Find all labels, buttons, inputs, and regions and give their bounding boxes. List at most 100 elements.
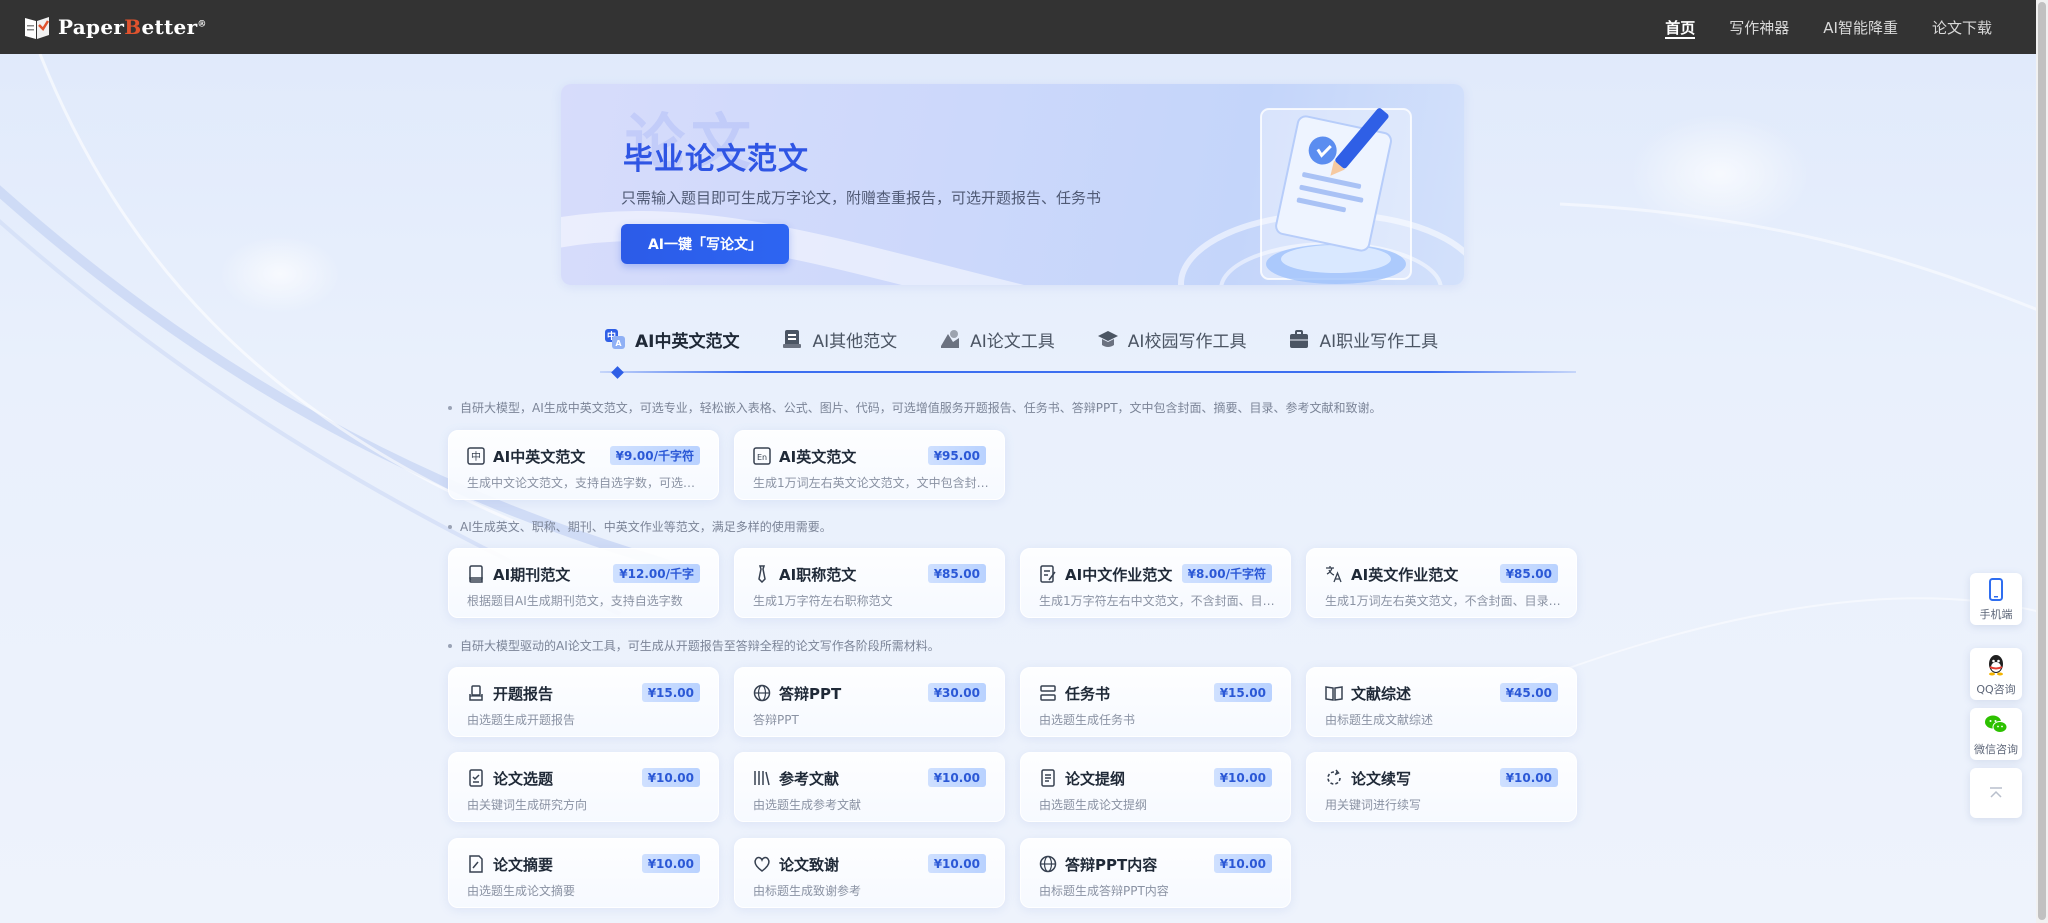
logo[interactable]: PaperBetter®: [22, 13, 207, 41]
edit-doc-icon: [469, 855, 483, 873]
logo-text: PaperBetter®: [58, 15, 207, 39]
tab-ai-paper-tools[interactable]: AI论文工具: [939, 322, 1055, 356]
price-badge: ¥10.00: [1499, 768, 1558, 787]
library-icon: [754, 771, 770, 786]
document-stack-icon: [783, 330, 802, 348]
checklist-icon: [469, 769, 483, 787]
card-description: 由选题生成论文摘要: [467, 884, 576, 898]
journal-icon: [469, 565, 483, 583]
price-badge: ¥30.00: [927, 683, 986, 702]
service-card-defense-ppt-content[interactable]: 答辩PPT内容 ¥10.00 由标题生成答辩PPT内容: [1020, 838, 1291, 908]
hero-banner: 论文 毕业论文范文 只需输入题目即可生成万字论文，附赠查重报告，可选开题报告、任…: [561, 84, 1464, 285]
service-card-ai-chinese-sample[interactable]: 中 AI中英文范文 ¥9.00/千字符 生成中文论文范文，支持自选字数，可选专业…: [448, 430, 719, 500]
wechat-consult-button[interactable]: 微信咨询: [1970, 708, 2022, 760]
card-description: 由选题生成参考文献: [753, 798, 862, 812]
svg-text:中: 中: [471, 450, 481, 463]
book-open-icon: [1325, 686, 1343, 701]
tab-ai-other-sample[interactable]: AI其他范文: [781, 322, 897, 356]
globe-icon: [1039, 855, 1057, 873]
card-description: 生成1万词左右英文论文范文，文中包含封面、摘要、目录: [753, 476, 993, 490]
back-to-top-icon: [1990, 787, 2002, 798]
card-description: 根据题目AI生成期刊范文，支持自选字数: [467, 594, 683, 608]
tab-active-indicator: [611, 366, 624, 379]
refresh-icon: [1327, 769, 1341, 785]
price-badge: ¥10.00: [1213, 768, 1272, 787]
service-card-paper-outline[interactable]: 论文提纲 ¥10.00 由选题生成论文提纲: [1020, 752, 1291, 822]
price-badge: ¥45.00: [1499, 683, 1558, 702]
price-badge: ¥12.00/千字: [613, 564, 700, 583]
card-description: 答辩PPT: [753, 713, 799, 727]
translate-icon: 中 A: [605, 329, 625, 349]
card-title: 论文提纲: [1065, 770, 1126, 788]
write-paper-button[interactable]: AI一键「写论文」: [621, 224, 789, 264]
briefcase-icon: [1290, 330, 1309, 348]
banner-title: 毕业论文范文: [623, 142, 809, 177]
report-icon: [469, 685, 483, 701]
service-card-defense-ppt[interactable]: 答辩PPT ¥30.00 答辩PPT: [734, 667, 1005, 737]
top-navigation-bar: PaperBetter® 首页 写作神器 AI智能降重 论文下载: [0, 0, 2036, 54]
service-card-task-book[interactable]: 任务书 ¥15.00 由选题生成任务书: [1020, 667, 1291, 737]
card-title: 开题报告: [493, 685, 554, 703]
card-description: 由选题生成开题报告: [467, 713, 576, 727]
mobile-app-button[interactable]: 手机端: [1970, 573, 2022, 625]
service-card-proposal-report[interactable]: 开题报告 ¥15.00 由选题生成开题报告: [448, 667, 719, 737]
card-title: 答辩PPT: [779, 685, 842, 703]
price-badge: ¥85.00: [1499, 564, 1558, 583]
card-title: AI中文作业范文: [1065, 566, 1173, 584]
main-nav: 首页 写作神器 AI智能降重 论文下载: [1665, 0, 1992, 54]
service-card-ai-english-sample[interactable]: En AI英文范文 ¥95.00 生成1万词左右英文论文范文，文中包含封面、摘要…: [734, 430, 1005, 500]
service-card-paper-continuation[interactable]: 论文续写 ¥10.00 用关键词进行续写: [1306, 752, 1577, 822]
phone-icon: [1989, 577, 2003, 601]
document-pen-illustration: [1260, 108, 1412, 284]
card-title: 论文选题: [493, 770, 554, 788]
section-description: AI生成英文、职称、期刊、中英文作业等范文，满足多样的使用需要。: [448, 518, 832, 535]
card-description: 生成1万字符左右职称范文: [753, 594, 893, 608]
english-char-icon: En: [753, 447, 771, 465]
chinese-char-icon: 中: [467, 447, 485, 465]
service-card-ai-english-homework[interactable]: AI英文作业范文 ¥85.00 生成1万词左右英文范文，不含封面、目录、参考文献: [1306, 548, 1577, 618]
page-scrollbar[interactable]: [2036, 0, 2048, 923]
tab-ai-cn-en-sample[interactable]: 中 A AI中英文范文: [604, 322, 739, 356]
price-badge: ¥10.00: [927, 768, 986, 787]
category-tabs: 中 A AI中英文范文 AI其他范文 AI论文工具 AI校园写作工具 AI职业写…: [604, 322, 1480, 356]
graduation-cap-icon: [1097, 331, 1118, 347]
svg-text:En: En: [757, 453, 767, 462]
service-card-ai-chinese-homework[interactable]: AI中文作业范文 ¥8.00/千字符 生成1万字符左右中文范文，不含封面、目录、…: [1020, 548, 1291, 618]
tie-icon: [758, 565, 766, 583]
back-to-top-button[interactable]: [1970, 768, 2022, 818]
tasklist-icon: [1040, 685, 1056, 701]
card-description: 由标题生成文献综述: [1325, 713, 1434, 727]
tab-ai-career-writing[interactable]: AI职业写作工具: [1288, 322, 1438, 356]
globe-icon: [753, 684, 771, 702]
nav-item-ai-rewrite[interactable]: AI智能降重: [1823, 0, 1898, 54]
banner-subtitle: 只需输入题目即可生成万字论文，附赠查重报告，可选开题报告、任务书: [621, 189, 1102, 207]
service-card-acknowledgements[interactable]: 论文致谢 ¥10.00 由标题生成致谢参考: [734, 838, 1005, 908]
nav-item-paper-download[interactable]: 论文下载: [1932, 0, 1992, 54]
card-description: 用关键词进行续写: [1325, 798, 1422, 812]
side-label: QQ咨询: [1976, 682, 2016, 696]
service-card-ai-title-sample[interactable]: AI职称范文 ¥85.00 生成1万字符左右职称范文: [734, 548, 1005, 618]
scrollbar-thumb[interactable]: [2038, 2, 2046, 920]
card-title: AI中英文范文: [493, 448, 586, 466]
nav-item-home[interactable]: 首页: [1665, 0, 1696, 54]
card-title: AI期刊范文: [493, 566, 571, 584]
price-badge: ¥10.00: [641, 854, 700, 873]
nav-item-writing-tool[interactable]: 写作神器: [1729, 0, 1789, 54]
card-title: AI英文范文: [779, 448, 857, 466]
service-card-references[interactable]: 参考文献 ¥10.00 由选题生成参考文献: [734, 752, 1005, 822]
svg-text:A: A: [615, 339, 622, 348]
card-title: AI职称范文: [779, 566, 857, 584]
section-description: 自研大模型驱动的AI论文工具，可生成从开题报告至答辩全程的论文写作各阶段所需材料…: [448, 637, 940, 654]
card-title: 论文续写: [1351, 770, 1412, 788]
service-card-topic-selection[interactable]: 论文选题 ¥10.00 由关键词生成研究方向: [448, 752, 719, 822]
card-title: 答辩PPT内容: [1065, 856, 1158, 874]
service-card-literature-review[interactable]: 文献综述 ¥45.00 由标题生成文献综述: [1306, 667, 1577, 737]
service-card-paper-abstract[interactable]: 论文摘要 ¥10.00 由选题生成论文摘要: [448, 838, 719, 908]
qq-consult-button[interactable]: QQ咨询: [1970, 648, 2022, 700]
tab-ai-campus-writing[interactable]: AI校园写作工具: [1097, 322, 1246, 356]
price-badge: ¥8.00/千字符: [1181, 564, 1272, 583]
card-title: 参考文献: [779, 770, 840, 788]
card-description: 由选题生成论文提纲: [1039, 798, 1148, 812]
card-description: 由标题生成答辩PPT内容: [1039, 884, 1169, 898]
service-card-ai-journal-sample[interactable]: AI期刊范文 ¥12.00/千字 根据题目AI生成期刊范文，支持自选字数: [448, 548, 719, 618]
